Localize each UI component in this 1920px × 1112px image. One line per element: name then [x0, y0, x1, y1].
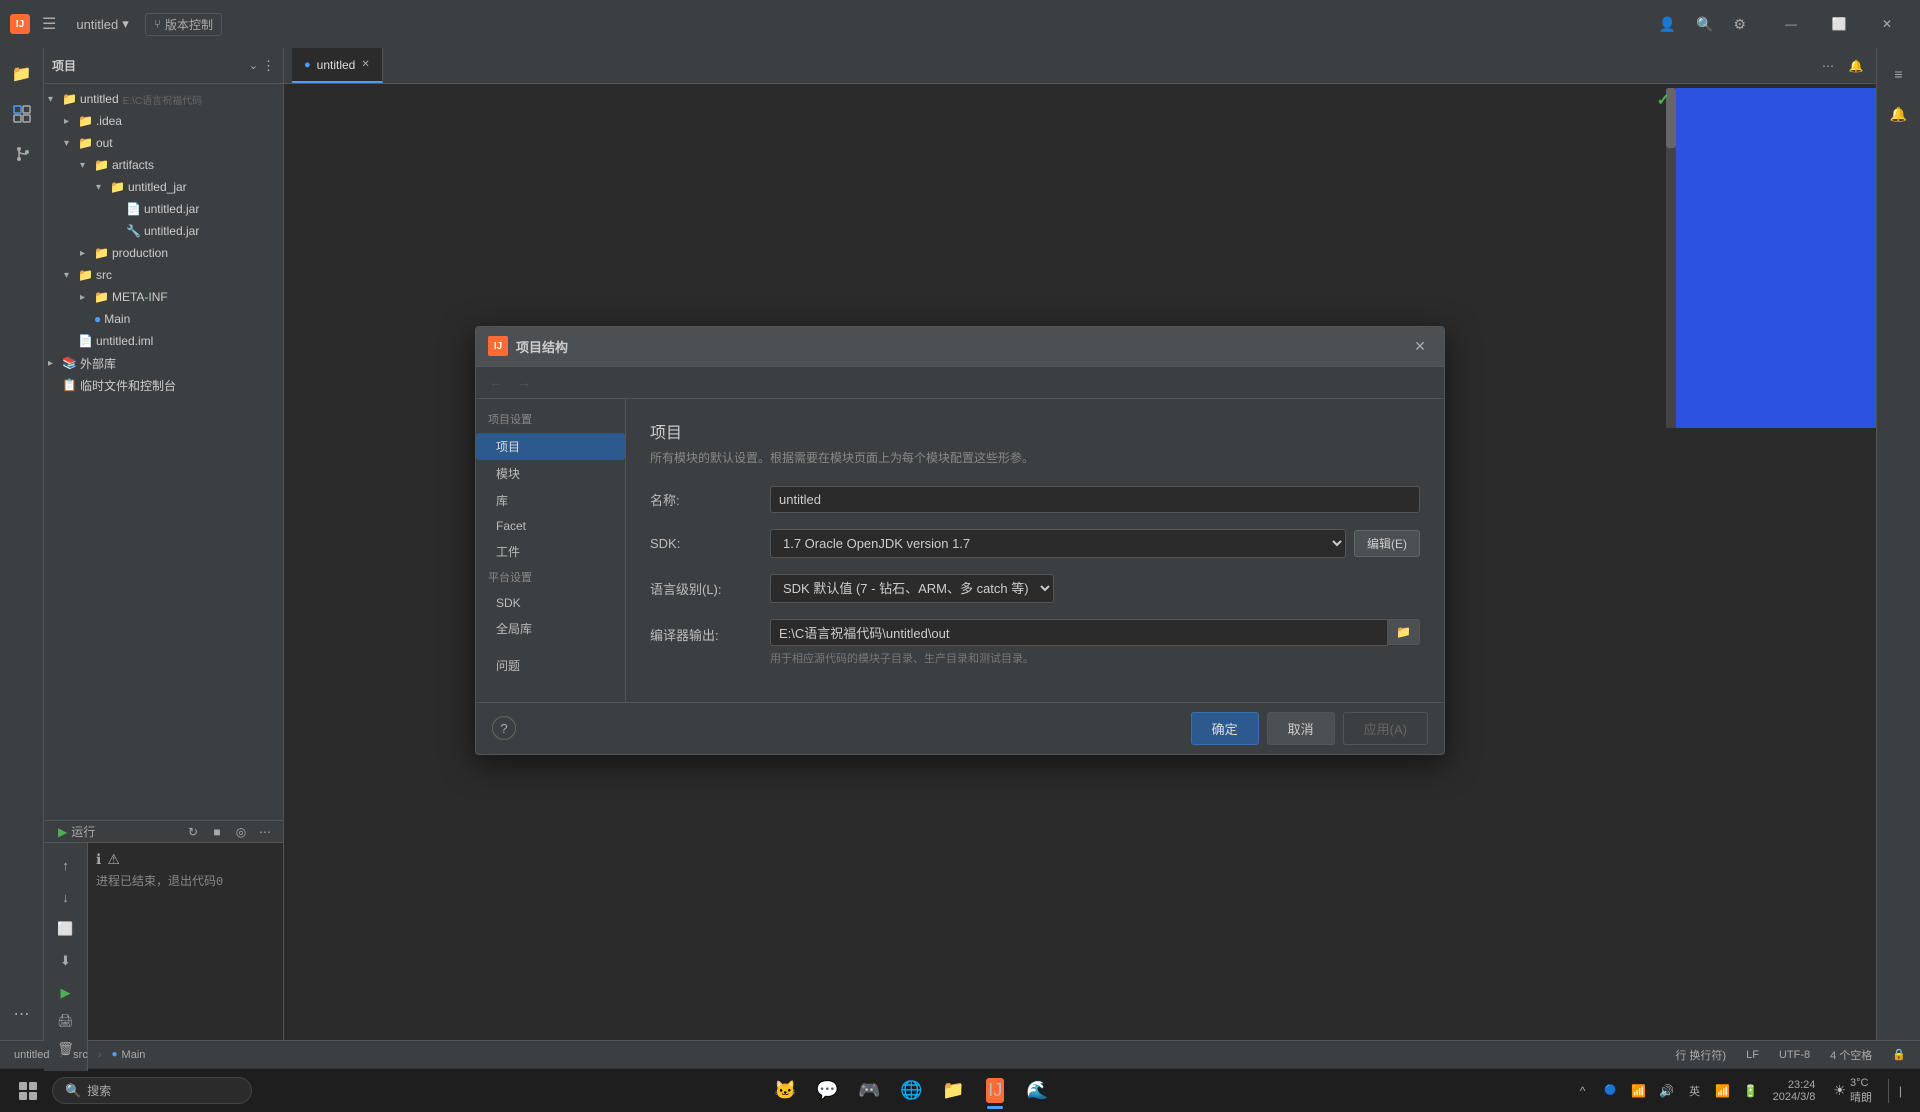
dialog-sidebar: 项目设置 项目 模块 库 Facet 工件 平台设置 SDK 全局库 问题	[476, 399, 626, 702]
ok-button[interactable]: 确定	[1191, 712, 1259, 745]
lang-select[interactable]: SDK 默认值 (7 - 钻石、ARM、多 catch 等)	[770, 574, 1054, 603]
form-control-name	[770, 486, 1420, 513]
footer-buttons: 确定 取消 应用(A)	[1191, 712, 1428, 745]
form-label-compiler: 编译器输出:	[650, 619, 770, 644]
dialog-title: 项目结构	[516, 337, 1408, 356]
form-row-name: 名称:	[650, 486, 1420, 513]
taskbar-battery-icon[interactable]: 🔋	[1739, 1079, 1763, 1103]
sdk-select[interactable]: 1.7 Oracle OpenJDK version 1.7	[770, 529, 1346, 558]
taskbar-wifi-icon[interactable]: 📶	[1711, 1079, 1735, 1103]
dialog-app-icon: IJ	[488, 336, 508, 356]
start-quad-2	[29, 1082, 37, 1090]
form-control-lang: SDK 默认值 (7 - 钻石、ARM、多 catch 等)	[770, 574, 1420, 603]
dialog-footer: ? 确定 取消 应用(A)	[476, 702, 1444, 754]
form-row-sdk: SDK: 1.7 Oracle OpenJDK version 1.7 编辑(E…	[650, 529, 1420, 558]
dialog-content-title: 项目	[650, 419, 1420, 443]
start-quad-4	[29, 1092, 37, 1100]
apply-button[interactable]: 应用(A)	[1343, 712, 1428, 745]
dialog-content-desc: 所有模块的默认设置。根据需要在模块页面上为每个模块配置这些形参。	[650, 449, 1420, 466]
files-icon: 🐱	[774, 1080, 796, 1101]
form-label-sdk: SDK:	[650, 536, 770, 551]
dialog-sidebar-item-project[interactable]: 项目	[476, 433, 625, 460]
start-quad-1	[19, 1082, 27, 1090]
dialog-overlay: IJ 项目结构 ✕ ← → 项目设置 项目 模块 库 Facet 工件 平台设置…	[0, 0, 1920, 1080]
dialog-sidebar-item-artifacts[interactable]: 工件	[476, 538, 625, 565]
help-button[interactable]: ?	[492, 716, 516, 740]
compiler-browse-button[interactable]: 📁	[1388, 619, 1420, 645]
dialog-titlebar: IJ 项目结构 ✕	[476, 327, 1444, 367]
cancel-button[interactable]: 取消	[1267, 712, 1335, 745]
dialog-body: 项目设置 项目 模块 库 Facet 工件 平台设置 SDK 全局库 问题 项目…	[476, 399, 1444, 702]
dialog-sidebar-item-facet[interactable]: Facet	[476, 514, 625, 538]
dialog-sidebar-section-platform: 平台设置	[476, 565, 625, 589]
taskbar-search[interactable]: 🔍 搜索	[52, 1077, 252, 1104]
form-label-name: 名称:	[650, 490, 770, 509]
dialog-sidebar-item-sdk[interactable]: SDK	[476, 591, 625, 615]
sdk-select-row: 1.7 Oracle OpenJDK version 1.7 编辑(E)	[770, 529, 1420, 558]
weather-icon: ☀	[1833, 1082, 1846, 1099]
sdk-edit-button[interactable]: 编辑(E)	[1354, 530, 1420, 557]
dialog-close-button[interactable]: ✕	[1408, 334, 1432, 358]
form-control-sdk: 1.7 Oracle OpenJDK version 1.7 编辑(E)	[770, 529, 1420, 558]
weather-desc: 晴朗	[1850, 1089, 1872, 1105]
dialog-sidebar-item-modules[interactable]: 模块	[476, 460, 625, 487]
dialog-nav-back: ←	[484, 370, 508, 394]
taskbar-volume-icon[interactable]: 🔊	[1655, 1079, 1679, 1103]
dialog-sidebar-item-libraries[interactable]: 库	[476, 487, 625, 514]
taskbar-show-desktop[interactable]: |	[1888, 1079, 1912, 1103]
taskbar-chevron-icon[interactable]: ^	[1571, 1079, 1595, 1103]
intellij-icon: IJ	[986, 1078, 1004, 1103]
taskbar-bluetooth-icon[interactable]: 🔵	[1599, 1079, 1623, 1103]
dialog-nav-forward: →	[512, 370, 536, 394]
dialog-sidebar-item-global-libs[interactable]: 全局库	[476, 615, 625, 642]
folder-taskbar-icon: 📁	[942, 1080, 964, 1101]
game-icon: 🎮	[858, 1080, 880, 1101]
clock-time: 23:24	[1788, 1079, 1816, 1091]
taskbar-network-icon[interactable]: 📶	[1627, 1079, 1651, 1103]
taskbar-search-icon: 🔍	[65, 1083, 81, 1099]
project-structure-dialog: IJ 项目结构 ✕ ← → 项目设置 项目 模块 库 Facet 工件 平台设置…	[475, 326, 1445, 755]
compiler-hint: 用于相应源代码的模块子目录、生产目录和测试目录。	[770, 650, 1420, 666]
clock-date: 2024/3/8	[1773, 1091, 1816, 1103]
dialog-sidebar-item-problems[interactable]: 问题	[476, 652, 625, 679]
form-control-compiler: 📁 用于相应源代码的模块子目录、生产目录和测试目录。	[770, 619, 1420, 666]
taskbar-search-label: 搜索	[87, 1082, 111, 1099]
compiler-input-row: 📁	[770, 619, 1420, 646]
compiler-input[interactable]	[770, 619, 1388, 646]
dialog-sidebar-section-project: 项目设置	[476, 407, 625, 431]
start-quad-3	[19, 1092, 27, 1100]
form-row-compiler: 编译器输出: 📁 用于相应源代码的模块子目录、生产目录和测试目录。	[650, 619, 1420, 666]
browser-icon: 🌐	[900, 1080, 922, 1101]
edge-icon: 🌊	[1026, 1080, 1048, 1101]
taskbar-clock[interactable]: 23:24 2024/3/8	[1767, 1077, 1822, 1105]
start-icon	[19, 1082, 37, 1100]
form-label-lang: 语言级别(L):	[650, 579, 770, 598]
dialog-content: 项目 所有模块的默认设置。根据需要在模块页面上为每个模块配置这些形参。 名称: …	[626, 399, 1444, 702]
name-input[interactable]	[770, 486, 1420, 513]
form-row-lang: 语言级别(L): SDK 默认值 (7 - 钻石、ARM、多 catch 等)	[650, 574, 1420, 603]
chat-icon: 💬	[816, 1080, 838, 1101]
taskbar-ime-icon[interactable]: 英	[1683, 1079, 1707, 1103]
weather-info: 3°C 晴朗	[1850, 1077, 1872, 1105]
dialog-nav: ← →	[476, 367, 1444, 399]
dialog-sidebar-section-problems	[476, 642, 625, 650]
